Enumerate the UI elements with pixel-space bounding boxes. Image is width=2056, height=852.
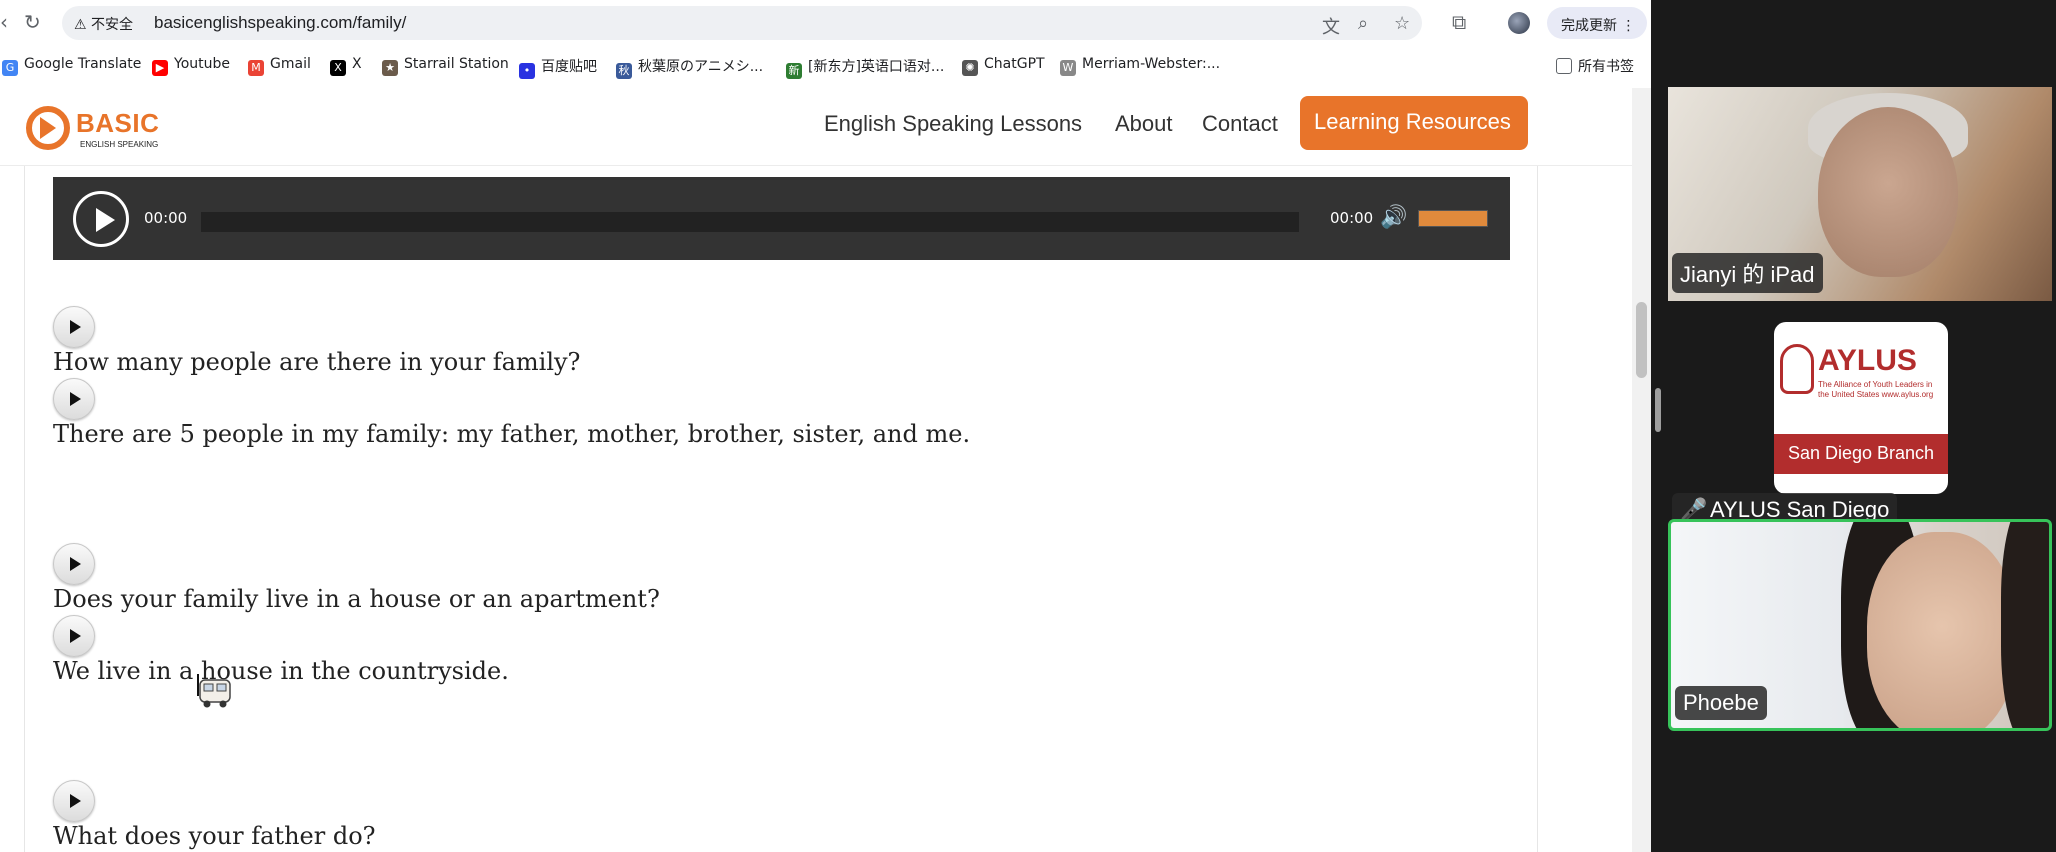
bookmark-label: ChatGPT xyxy=(984,56,1045,72)
all-bookmarks[interactable]: 所有书签 xyxy=(1556,56,1634,76)
bookmark-google-translate[interactable]: G Google Translate xyxy=(2,56,141,76)
line-play-button[interactable] xyxy=(53,543,95,585)
participant-name: Jianyi 的 iPad xyxy=(1672,253,1823,293)
bookmark-label: Gmail xyxy=(270,56,311,72)
security-indicator[interactable]: ⚠ 不安全 xyxy=(74,14,133,34)
reload-icon[interactable]: ↻ xyxy=(24,12,41,32)
youtube-icon: ▶ xyxy=(152,60,168,76)
panel-resize-handle[interactable] xyxy=(1655,388,1661,432)
participant-video-hair xyxy=(2001,522,2049,728)
bookmark-label: Youtube xyxy=(174,56,230,72)
page-scrollbar[interactable] xyxy=(1632,88,1651,852)
bookmark-label: [新东方]英语口语对... xyxy=(808,59,945,75)
xdf-icon: 新 xyxy=(786,63,802,79)
line-play-button[interactable] xyxy=(53,780,95,822)
bookmark-label: Starrail Station xyxy=(404,56,509,72)
scrollbar-thumb[interactable] xyxy=(1636,302,1647,378)
nav-learning-resources-button[interactable]: Learning Resources xyxy=(1300,96,1528,150)
nav-contact[interactable]: Contact xyxy=(1202,111,1278,137)
logo-play-icon xyxy=(40,117,56,139)
gmail-icon: M xyxy=(248,60,264,76)
bookmark-merriam-webster[interactable]: W Merriam-Webster:... xyxy=(1060,56,1220,76)
aylus-logo-card: AYLUS The Alliance of Youth Leaders in t… xyxy=(1774,322,1948,494)
address-bar[interactable]: ⚠ 不安全 basicenglishspeaking.com/family/ 文… xyxy=(62,6,1422,40)
participant-video-face xyxy=(1867,532,2017,728)
url-text[interactable]: basicenglishspeaking.com/family/ xyxy=(154,13,406,33)
participant-name: Phoebe xyxy=(1675,686,1767,720)
line-play-button[interactable] xyxy=(53,378,95,420)
aylus-branch-band: San Diego Branch xyxy=(1774,434,1948,474)
dialog-line: Does your family live in a house or an a… xyxy=(53,585,660,613)
audio-player: 00:00 00:00 🔊 xyxy=(53,177,1510,260)
mw-icon: W xyxy=(1060,60,1076,76)
current-time: 00:00 xyxy=(144,209,188,227)
profile-avatar[interactable] xyxy=(1508,12,1530,34)
akiba-icon: 秋 xyxy=(616,63,632,79)
bookmark-youtube[interactable]: ▶ Youtube xyxy=(152,56,230,76)
bookmark-starrail[interactable]: ★ Starrail Station xyxy=(382,56,509,76)
cursor-pet-icon xyxy=(197,674,231,708)
volume-slider[interactable] xyxy=(1418,210,1488,227)
line-play-button[interactable] xyxy=(53,615,95,657)
nav-english-speaking-lessons[interactable]: English Speaking Lessons xyxy=(824,111,1082,137)
bookmark-label: Merriam-Webster:... xyxy=(1082,56,1221,72)
play-button[interactable] xyxy=(73,191,129,247)
bookmark-xdf[interactable]: 新 [新东方]英语口语对... xyxy=(786,56,944,79)
line-play-button[interactable] xyxy=(53,306,95,348)
participant-tile-jianyi[interactable]: Jianyi 的 iPad xyxy=(1668,87,2052,301)
bookmarks-bar: G Google Translate ▶ Youtube M Gmail XX ★ St… xyxy=(0,50,1651,80)
bookmark-label: 百度贴吧 xyxy=(541,59,597,75)
translate-icon: G xyxy=(2,60,18,76)
site-header: BASIC ENGLISH SPEAKING English Speaking … xyxy=(0,88,1632,166)
dialog-line: How many people are there in your family… xyxy=(53,348,581,376)
all-bookmarks-label: 所有书签 xyxy=(1578,59,1634,75)
update-button[interactable]: 完成更新 ⋮ xyxy=(1547,7,1647,39)
bookmark-label: X xyxy=(352,56,362,72)
logo-subtitle: ENGLISH SPEAKING xyxy=(80,140,159,149)
logo-title: BASIC xyxy=(76,108,160,138)
participant-tile-aylus[interactable]: AYLUS The Alliance of Youth Leaders in t… xyxy=(1668,321,2052,535)
back-icon[interactable]: ‹ xyxy=(0,12,8,32)
folder-icon xyxy=(1556,58,1572,74)
bookmark-chatgpt[interactable]: ✺ ChatGPT xyxy=(962,56,1045,76)
bookmark-label: 秋葉原のアニメシ... xyxy=(638,59,764,75)
bookmark-akiba[interactable]: 秋秋葉原のアニメシ... xyxy=(616,56,763,79)
nav-about[interactable]: About xyxy=(1115,111,1173,137)
volume-slider-fill xyxy=(1419,211,1487,226)
lightbulb-icon xyxy=(1780,344,1814,394)
starrail-icon: ★ xyxy=(382,60,398,76)
aylus-subtitle: The Alliance of Youth Leaders in the Uni… xyxy=(1818,380,1934,399)
dialog-line: What does your father do? xyxy=(53,822,376,850)
web-page: 00:00 00:00 🔊 How many people are there … xyxy=(0,88,1632,852)
duration: 00:00 xyxy=(1330,209,1374,227)
chatgpt-icon: ✺ xyxy=(962,60,978,76)
browser-toolbar: ‹ ↻ ⚠ 不安全 basicenglishspeaking.com/famil… xyxy=(0,0,1651,46)
zoom-icon[interactable]: ⌕ xyxy=(1358,13,1368,34)
aylus-title: AYLUS xyxy=(1818,344,1917,377)
seek-bar[interactable] xyxy=(201,212,1299,232)
browser-window: ‹ ↻ ⚠ 不安全 basicenglishspeaking.com/famil… xyxy=(0,0,1651,852)
volume-icon[interactable]: 🔊 xyxy=(1380,205,1407,230)
participant-video-face xyxy=(1818,107,1958,277)
participant-tile-phoebe[interactable]: Phoebe xyxy=(1668,519,2052,731)
bookmark-star-icon[interactable]: ☆ xyxy=(1394,13,1410,34)
site-logo[interactable]: BASIC ENGLISH SPEAKING xyxy=(26,100,166,156)
bookmark-label: Google Translate xyxy=(24,56,142,72)
translate-page-icon[interactable]: 文 xyxy=(1322,13,1340,39)
dialog-line: There are 5 people in my family: my fath… xyxy=(53,420,971,448)
baidu-icon: • xyxy=(519,63,535,79)
bookmark-baidu[interactable]: • 百度贴吧 xyxy=(519,56,597,79)
bookmark-x[interactable]: XX xyxy=(330,56,362,76)
extensions-icon[interactable]: ⧉ xyxy=(1452,12,1466,32)
bookmark-gmail[interactable]: M Gmail xyxy=(248,56,311,76)
dialog-line: We live in a house in the countryside. xyxy=(53,657,509,685)
x-icon: X xyxy=(330,60,346,76)
update-button-label: 完成更新 xyxy=(1561,18,1617,34)
